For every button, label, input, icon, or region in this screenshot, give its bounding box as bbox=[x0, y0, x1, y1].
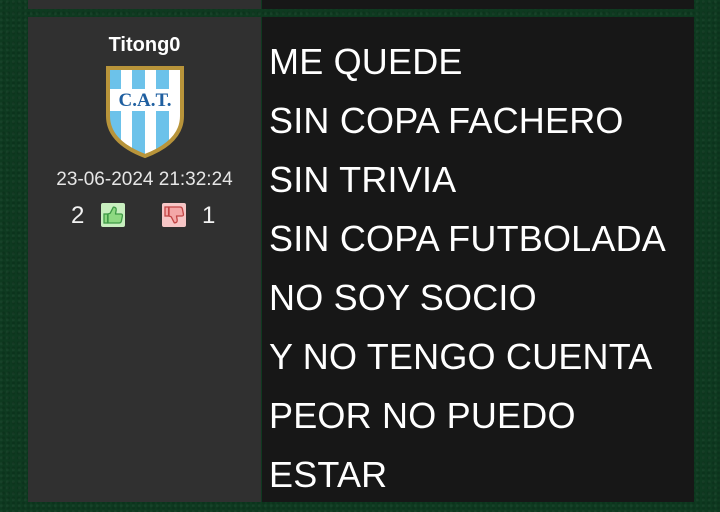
thumbs-up-icon bbox=[103, 206, 124, 224]
vote-bar: 2 1 bbox=[28, 200, 261, 230]
badge-lettering: C.A.T. bbox=[119, 90, 172, 111]
message-line: ME QUEDE bbox=[269, 41, 463, 82]
previous-post-author-panel bbox=[28, 0, 261, 9]
like-count: 2 bbox=[71, 202, 85, 229]
dislike-count: 1 bbox=[202, 202, 216, 229]
dislike-button[interactable] bbox=[162, 203, 186, 227]
message-line: SIN COPA FACHERO bbox=[269, 100, 624, 141]
previous-post-message-panel bbox=[262, 0, 694, 9]
message-line: SIN COPA FUTBOLADA bbox=[269, 218, 667, 259]
forum-post: Titong0 C.A.T. 23-06-2024 21:32:24 2 1 M… bbox=[28, 17, 694, 502]
post-author-panel: Titong0 C.A.T. 23-06-2024 21:32:24 2 1 bbox=[28, 17, 261, 502]
message-line: Y NO TENGO CUENTA bbox=[269, 336, 653, 377]
author-username[interactable]: Titong0 bbox=[28, 34, 261, 57]
post-timestamp: 23-06-2024 21:32:24 bbox=[56, 169, 233, 190]
message-line: NO SOY SOCIO bbox=[269, 277, 537, 318]
club-badge-avatar[interactable]: C.A.T. bbox=[104, 64, 186, 160]
thumbs-down-icon bbox=[164, 206, 185, 224]
post-message-panel: ME QUEDE SIN COPA FACHERO SIN TRIVIA SIN… bbox=[262, 17, 694, 502]
message-line: ESTAR bbox=[269, 454, 388, 495]
message-line: PEOR NO PUEDO bbox=[269, 395, 576, 436]
message-line: SIN TRIVIA bbox=[269, 159, 457, 200]
like-button[interactable] bbox=[101, 203, 125, 227]
post-message: ME QUEDE SIN COPA FACHERO SIN TRIVIA SIN… bbox=[269, 32, 666, 504]
